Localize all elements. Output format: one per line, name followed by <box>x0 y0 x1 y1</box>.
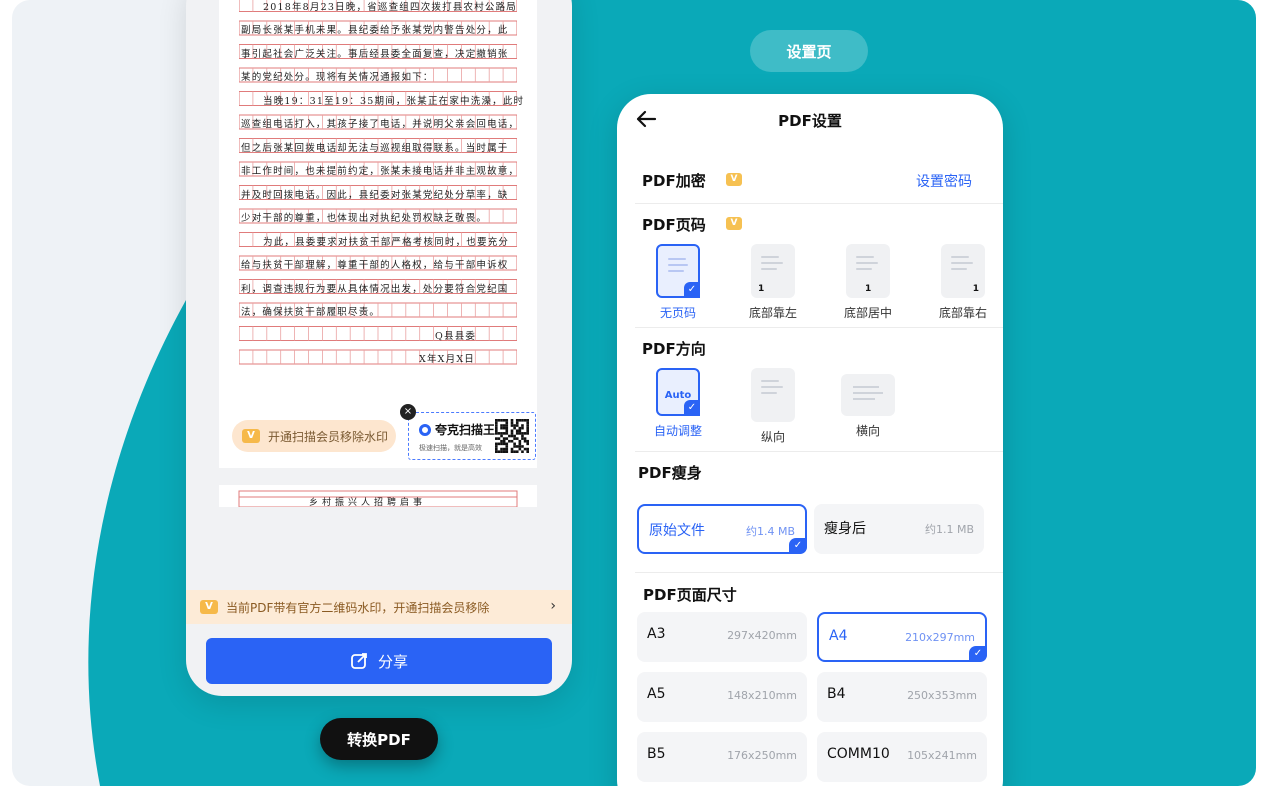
divider <box>635 327 1003 328</box>
orientation-option-auto[interactable]: Auto ✓ 自动调整 <box>633 368 723 439</box>
brand-name: 夸克扫描王 <box>435 423 496 437</box>
page-size-dims: 176x250mm <box>727 749 797 762</box>
document-line: 法，确保扶贫干部履职尽责。 <box>241 307 381 318</box>
encrypt-label: PDF加密 <box>642 172 706 190</box>
slim-option-slimmed[interactable]: 瘦身后 约1.1 MB <box>814 504 984 554</box>
divider <box>635 203 1003 204</box>
page-number-option-label: 无页码 <box>659 306 696 320</box>
document-line: 2018年8月23日晚，省巡查组四次拨打县农村公路局 <box>263 1 518 13</box>
remove-watermark-pill[interactable]: V 开通扫描会员移除水印 <box>232 420 396 452</box>
watermark-notice-text: 当前PDF带有官方二维码水印，开通扫描会员移除 <box>226 600 490 615</box>
orientation-option-portrait[interactable]: 纵向 <box>728 368 818 445</box>
preview-phone: 关于撤销张某党纪处分的情况通报2018年8月23日晚，省巡查组四次拨打县农村公路… <box>186 0 572 696</box>
page-number-option-left[interactable]: 1 底部靠左 <box>728 244 818 321</box>
set-password-link[interactable]: 设置密码 <box>916 171 972 191</box>
slim-option-name: 瘦身后 <box>824 521 866 537</box>
divider <box>635 572 1003 573</box>
page-size-b4[interactable]: B4 250x353mm <box>817 672 987 722</box>
document-line: Q县县委 <box>435 330 477 342</box>
page-size-label: PDF页面尺寸 <box>643 586 737 604</box>
page-number-option-label: 底部靠左 <box>748 306 797 320</box>
settings-page-pill: 设置页 <box>750 30 868 72</box>
document-page-2[interactable]: 乡村振兴人招聘启事 <box>219 485 537 507</box>
document-2-title: 乡村振兴人招聘启事 <box>309 498 427 507</box>
page-size-dims: 105x241mm <box>907 749 977 762</box>
brand-slogan: 极速扫描，就是高效 <box>419 444 482 452</box>
document-line: 给与扶贫干部理解，尊重干部的人格权，给与干部申诉权 <box>241 260 509 271</box>
check-icon: ✓ <box>684 282 700 298</box>
page-number-option-right[interactable]: 1 底部靠右 <box>918 244 1003 321</box>
page-size-name: COMM10 <box>827 746 890 762</box>
page-size-name: B5 <box>647 746 666 762</box>
page-number-glyph: 1 <box>758 284 765 294</box>
watermark-notice-bar[interactable]: V 当前PDF带有官方二维码水印，开通扫描会员移除 › <box>186 590 572 624</box>
convert-pdf-pill: 转换PDF <box>320 718 438 760</box>
page-number-option-label: 底部靠右 <box>938 306 987 320</box>
share-button[interactable]: 分享 <box>206 638 552 684</box>
slim-option-size: 约1.1 MB <box>924 523 974 536</box>
vip-badge-icon: V <box>200 600 218 614</box>
page-size-dims: 148x210mm <box>727 689 797 702</box>
page-size-dims: 250x353mm <box>907 689 977 702</box>
page-size-a5[interactable]: A5 148x210mm <box>637 672 807 722</box>
page-size-name: A5 <box>647 686 666 702</box>
document-line: 非工作时间，也未提前约定，张某未接电话并非主观故意， <box>241 166 520 177</box>
share-icon <box>351 653 367 669</box>
page-number-option-none[interactable]: ✓ 无页码 <box>633 244 723 321</box>
check-icon: ✓ <box>969 646 987 662</box>
vip-badge-icon: V <box>242 429 260 443</box>
page-size-a4[interactable]: A4 210x297mm ✓ <box>817 612 987 662</box>
document-line: 副局长张某手机未果。县纪委给予张某党内警告处分，此 <box>241 25 509 36</box>
page-size-a3[interactable]: A3 297x420mm <box>637 612 807 662</box>
orientation-label: PDF方向 <box>642 340 706 358</box>
page-number-glyph: 1 <box>865 284 872 294</box>
page-size-dims: 210x297mm <box>905 631 975 644</box>
divider <box>635 451 1003 452</box>
page-size-name: B4 <box>827 686 846 702</box>
document-line: 利，调查违规行为要从具体情况出发，处分要符合党纪国 <box>241 283 509 295</box>
remove-watermark-label: 开通扫描会员移除水印 <box>268 429 389 444</box>
document-line: X年X月X日 <box>419 354 475 365</box>
document-line: 但之后张某回拨电话却无法与巡视组取得联系。当时属于 <box>241 142 509 154</box>
orientation-option-label: 横向 <box>855 424 880 438</box>
page-size-dims: 297x420mm <box>727 629 797 642</box>
settings-phone: PDF设置 PDF加密 V 设置密码 PDF页码 V ✓ 无页码 1 底部靠左 <box>617 94 1003 786</box>
page-size-name: A4 <box>829 628 848 644</box>
slim-option-name: 原始文件 <box>649 523 705 539</box>
document-line: 为此，县委要求对扶贫干部严格考核同时，也要充分 <box>263 236 510 248</box>
share-label: 分享 <box>377 652 408 671</box>
page-number-glyph: 1 <box>972 284 979 294</box>
close-watermark-icon[interactable]: × <box>400 404 416 420</box>
vip-badge-icon: V <box>726 217 742 230</box>
document-line: 少对干部的尊重，也体现出对执纪处罚权缺乏敬畏。 <box>241 213 488 224</box>
orientation-option-label: 自动调整 <box>653 424 702 438</box>
orientation-option-label: 纵向 <box>760 430 785 444</box>
nav-bar: PDF设置 <box>617 94 1003 146</box>
document-line: 某的党纪处分。现将有关情况通报如下： <box>241 72 434 83</box>
page-number-option-label: 底部居中 <box>843 306 892 320</box>
document-line: 并及时回拨电话。因此，县纪委对张某党纪处分草率，缺 <box>241 189 509 201</box>
vip-badge-icon: V <box>726 173 742 186</box>
check-icon: ✓ <box>684 400 700 416</box>
page-size-b5[interactable]: B5 176x250mm <box>637 732 807 782</box>
check-icon: ✓ <box>789 538 807 554</box>
document-line: 当晚19：31至19：35期间，张某正在家中洗澡，此时 <box>263 95 525 107</box>
document-line: 事引起社会广泛关注。事后经县委全面复查，决定撤销张 <box>241 48 509 60</box>
document-page[interactable]: 关于撤销张某党纪处分的情况通报2018年8月23日晚，省巡查组四次拨打县农村公路… <box>219 0 537 468</box>
page-number-label: PDF页码 <box>642 216 706 234</box>
slim-label: PDF瘦身 <box>638 464 702 482</box>
qr-code-icon <box>495 419 529 453</box>
orientation-option-landscape[interactable]: 横向 <box>823 368 913 439</box>
chevron-right-icon: › <box>550 598 556 614</box>
page-number-option-center[interactable]: 1 底部居中 <box>823 244 913 321</box>
page-size-comm10[interactable]: COMM10 105x241mm <box>817 732 987 782</box>
page-size-name: A3 <box>647 626 666 642</box>
frame: 关于撤销张某党纪处分的情况通报2018年8月23日晚，省巡查组四次拨打县农村公路… <box>12 0 1256 786</box>
slim-option-size: 约1.4 MB <box>745 525 795 538</box>
document-line: 巡查组电话打入，其孩子接了电话，并说明父亲会回电话， <box>241 119 520 130</box>
watermark-card: 夸克扫描王 极速扫描，就是高效 <box>408 412 536 460</box>
brand-logo-icon <box>419 424 431 436</box>
slim-option-original[interactable]: 原始文件 约1.4 MB ✓ <box>637 504 807 554</box>
page-title: PDF设置 <box>778 112 842 130</box>
